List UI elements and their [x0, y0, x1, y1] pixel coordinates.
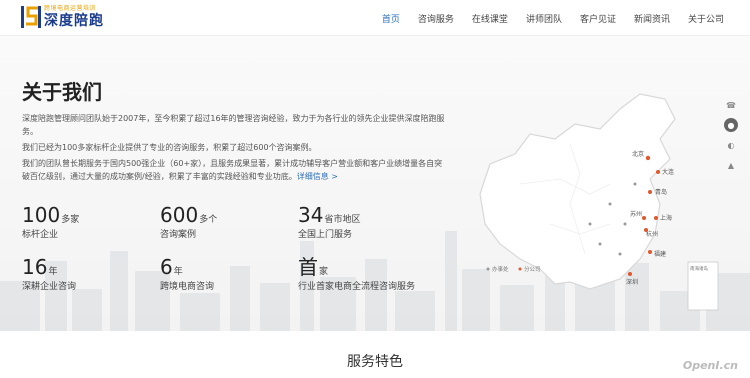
map-city-label: 大连: [662, 168, 674, 176]
stat-regions: 34省市地区 全国上门服务: [298, 204, 360, 240]
legend-branch-label: 分公司: [524, 265, 541, 273]
stat-benchmark-companies: 100多家 标杆企业: [22, 204, 79, 240]
stat-years-ecommerce: 6年 跨境电商咨询: [160, 256, 214, 292]
stat-value: 600: [160, 203, 199, 227]
legend-office-label: 办事处: [492, 265, 509, 273]
side-toolbar: ☎ ● ◐ ▲: [724, 98, 742, 178]
phone-icon[interactable]: ◐: [724, 138, 738, 152]
stat-unit: 年: [173, 267, 183, 277]
nav-item-home[interactable]: 首页: [382, 12, 400, 25]
stat-label: 标杆企业: [22, 230, 59, 240]
stat-industry-first: 首家 行业首家电商全流程咨询服务: [298, 256, 415, 292]
stat-value: 首: [298, 255, 318, 279]
map-city-label: 杭州: [646, 230, 658, 238]
stat-consulting-cases: 600多个 咨询案例: [160, 204, 217, 240]
stat-value: 100: [22, 203, 61, 227]
map-city-label: 北京: [632, 150, 644, 158]
about-intro: 深度陪跑管理顾问团队始于2007年，至今积累了超过16年的管理咨询经验，致力于为…: [22, 112, 450, 186]
logo-mark-icon: [20, 4, 42, 30]
stat-label: 行业首家电商全流程咨询服务: [298, 282, 416, 292]
logo-title: 深度陪跑: [44, 13, 104, 29]
stat-label: 深耕企业咨询: [22, 282, 77, 292]
stat-value: 34: [298, 203, 324, 227]
nav-item-testimonials[interactable]: 客户见证: [580, 12, 616, 25]
map-city-label: 福建: [654, 250, 666, 258]
nav-item-about[interactable]: 关于公司: [688, 12, 724, 25]
map-city-label: 上海: [660, 214, 672, 222]
stat-value: 16: [22, 255, 48, 279]
map-city-label: 青岛: [655, 188, 667, 196]
stat-label: 跨境电商咨询: [160, 282, 215, 292]
stat-value: 6: [160, 255, 173, 279]
main-nav: 首页 咨询服务 在线课堂 讲师团队 客户见证 新闻资讯 关于公司: [364, 0, 724, 36]
nav-item-lecturers[interactable]: 讲师团队: [526, 12, 562, 25]
china-map: 北京 大连 青岛 苏州 上海 杭州 福建 深圳 办事处 分公司 南海诸岛: [479, 93, 719, 311]
stat-label: 咨询案例: [160, 230, 197, 240]
inset-label: 南海诸岛: [690, 265, 708, 272]
nav-item-consulting[interactable]: 咨询服务: [418, 12, 454, 25]
nav-item-news[interactable]: 新闻资讯: [634, 12, 670, 25]
about-title: 关于我们: [22, 80, 102, 104]
stat-unit: 省市地区: [324, 215, 361, 225]
intro-paragraph-3: 我们的团队曾长期服务于国内500强企业（60+家），且服务成果显著，累计成功辅导…: [22, 157, 450, 183]
logo-subtitle: 跨境电商运营培训: [44, 5, 97, 12]
intro-paragraph-3-text: 我们的团队曾长期服务于国内500强企业（60+家），且服务成果显著，累计成功辅导…: [22, 159, 443, 181]
headset-icon[interactable]: ☎: [724, 98, 738, 112]
intro-paragraph-1: 深度陪跑管理顾问团队始于2007年，至今积累了超过16年的管理咨询经验，致力于为…: [22, 114, 445, 136]
site-logo[interactable]: 跨境电商运营培训 深度陪跑: [20, 4, 104, 30]
stat-years-consulting: 16年 深耕企业咨询: [22, 256, 76, 292]
intro-paragraph-2: 我们已经为100多家标杆企业提供了专业的咨询服务，积累了超过600个咨询案例。: [22, 143, 317, 152]
watermark: OpenI.cn: [682, 359, 738, 372]
stat-unit: 年: [48, 267, 58, 277]
site-header: 跨境电商运营培训 深度陪跑 首页 咨询服务 在线课堂 讲师团队 客户见证 新闻资…: [0, 0, 750, 36]
stat-unit: 家: [319, 267, 329, 277]
back-to-top-icon[interactable]: ▲: [724, 158, 738, 172]
stat-label: 全国上门服务: [298, 230, 353, 240]
map-city-label: 苏州: [630, 210, 642, 218]
map-city-label: 深圳: [626, 278, 638, 286]
services-title: 服务特色: [347, 354, 403, 370]
stat-unit: 多个: [199, 215, 218, 225]
details-link[interactable]: 详细信息 >: [297, 172, 338, 181]
wechat-icon[interactable]: ●: [724, 118, 738, 132]
china-map-outline: [479, 93, 676, 290]
stat-unit: 多家: [61, 215, 80, 225]
nav-item-online-class[interactable]: 在线课堂: [472, 12, 508, 25]
services-section: 服务特色 OpenI.cn: [0, 331, 750, 378]
about-section: 关于我们 深度陪跑管理顾问团队始于2007年，至今积累了超过16年的管理咨询经验…: [0, 36, 750, 331]
